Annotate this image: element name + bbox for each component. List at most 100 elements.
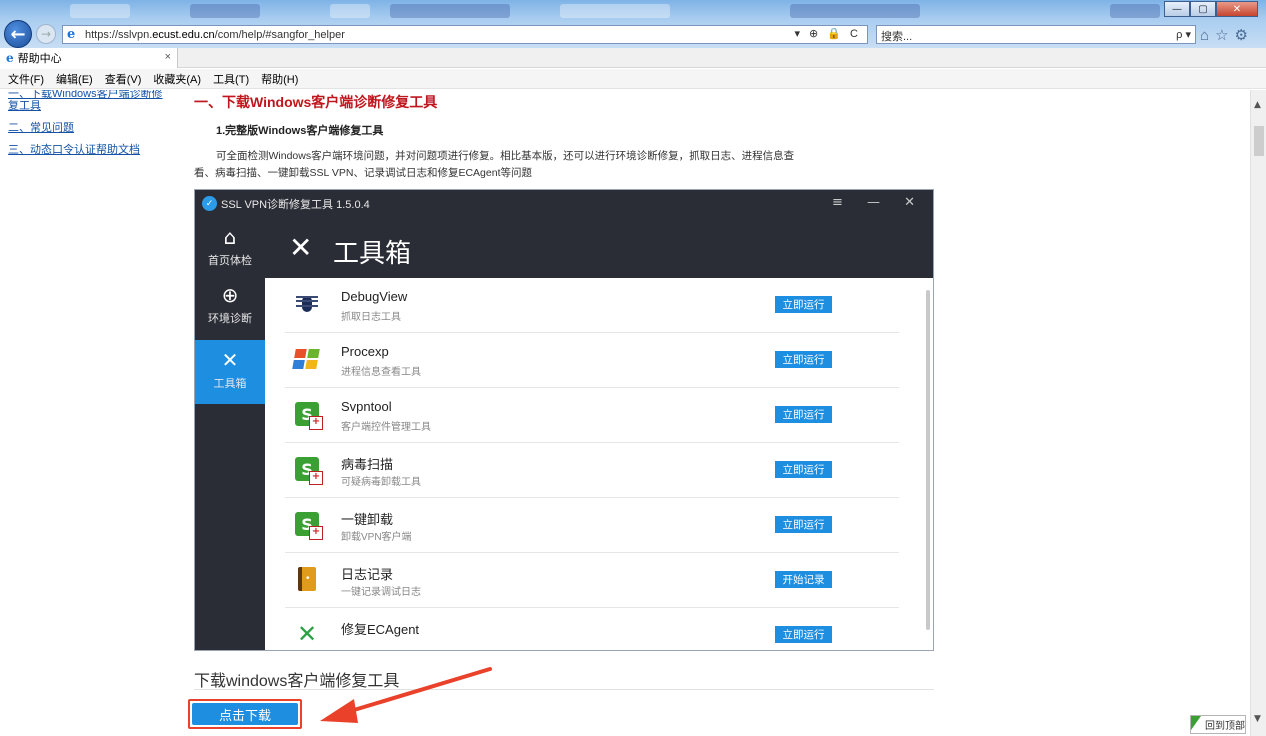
svpn-icon: S — [293, 510, 323, 540]
blurred-tab — [390, 4, 510, 18]
tool-desc: 卸载VPN客户端 — [341, 532, 412, 543]
menu-favorites[interactable]: 收藏夹(A) — [153, 71, 201, 87]
home-icon[interactable]: ⌂ — [1200, 27, 1215, 44]
tool-name: Procexp — [341, 344, 389, 359]
search-icon[interactable]: ρ ▾ — [1176, 28, 1191, 41]
scroll-down-icon[interactable]: ▼ — [1254, 714, 1261, 724]
run-button: 立即运行 — [775, 351, 832, 368]
maximize-button[interactable]: ▢ — [1190, 1, 1216, 17]
log-icon — [293, 565, 321, 593]
menu-bar: 文件(F) 编辑(E) 查看(V) 收藏夹(A) 工具(T) 帮助(H) — [0, 69, 1266, 89]
run-button: 立即运行 — [775, 296, 832, 313]
tab-row: e 帮助中心 × — [0, 48, 1266, 68]
blurred-tab — [1110, 4, 1160, 18]
tool-name: 修复ECAgent — [341, 622, 420, 637]
tab-title: 帮助中心 — [17, 53, 62, 65]
star-icon[interactable]: ☆ — [1215, 27, 1234, 44]
wrench-icon: ✕ — [296, 620, 318, 648]
tools-icon: ✕ — [289, 231, 313, 264]
tool-desc: 一键记录调试日志 — [341, 587, 421, 598]
left-nav: 一、下载Windows客户端诊断修复工具 二、常见问题 三、动态口令认证帮助文档 — [8, 90, 168, 166]
window-controls: — ▢ ✕ — [1164, 1, 1258, 17]
ie-logo-icon: e — [67, 26, 76, 42]
record-button: 开始记录 — [775, 571, 832, 588]
tool-name: 一键卸载 — [341, 512, 394, 527]
download-highlight: 点击下载 — [188, 699, 302, 729]
nav-link-otp-docs[interactable]: 三、动态口令认证帮助文档 — [8, 144, 168, 156]
address-bar[interactable]: e https://sslvpn.ecust.edu.cn/com/help/#… — [62, 25, 868, 44]
tool-name: 日志记录 — [341, 567, 394, 582]
page-scrollbar[interactable]: ▲ ▼ — [1250, 90, 1266, 736]
run-button: 立即运行 — [775, 516, 832, 533]
run-button: 立即运行 — [775, 461, 832, 478]
side-item-toolbox: ✕ 工具箱 — [195, 340, 265, 404]
browser-titlebar: — ▢ ✕ ← → e https://sslvpn.ecust.edu.cn/… — [0, 0, 1266, 48]
app-header-title: 工具箱 — [333, 238, 412, 268]
close-button[interactable]: ✕ — [1216, 1, 1258, 17]
minimize-button[interactable]: — — [1164, 1, 1190, 17]
back-button[interactable]: ← — [4, 20, 32, 48]
tool-row: Procexp 进程信息查看工具 立即运行 — [285, 333, 899, 388]
run-button: 立即运行 — [775, 406, 832, 423]
tool-list: DebugView 抓取日志工具 立即运行 Procexp 进程信息查看工具 立… — [265, 278, 933, 650]
tool-desc: 可疑病毒卸载工具 — [341, 477, 421, 488]
tool-row: S 病毒扫描 可疑病毒卸载工具 立即运行 — [285, 443, 899, 498]
back-to-top-button[interactable]: 回到顶部 — [1190, 715, 1246, 734]
gear-icon[interactable]: ⚙ — [1235, 27, 1254, 44]
menu-view[interactable]: 查看(V) — [105, 71, 142, 87]
tools-icon: ✕ — [221, 348, 239, 372]
tool-row: ✕ 修复ECAgent 立即运行 — [285, 608, 899, 650]
svpn-icon: S — [293, 400, 323, 430]
menu-file[interactable]: 文件(F) — [8, 71, 44, 87]
ie-logo-icon: e — [6, 51, 14, 65]
page-viewport: 一、下载Windows客户端诊断修复工具 二、常见问题 三、动态口令认证帮助文档… — [0, 90, 1250, 736]
tool-row: 日志记录 一键记录调试日志 开始记录 — [285, 553, 899, 608]
nav-link-faq[interactable]: 二、常见问题 — [8, 122, 168, 134]
tab-close-icon[interactable]: × — [165, 51, 171, 63]
app-title: SSL VPN诊断修复工具 1.5.0.4 — [221, 198, 370, 211]
blurred-tab — [190, 4, 260, 18]
arrow-left-icon: ← — [10, 23, 26, 45]
forward-button[interactable]: → — [36, 24, 56, 44]
tool-desc: 客户端控件管理工具 — [341, 422, 431, 433]
scroll-up-icon[interactable]: ▲ — [1254, 100, 1261, 110]
nav-link-download-tool[interactable]: 一、下载Windows客户端诊断修复工具 — [8, 90, 168, 112]
menu-edit[interactable]: 编辑(E) — [56, 71, 93, 87]
app-logo-icon: ✓ — [202, 196, 217, 211]
tool-desc: 进程信息查看工具 — [341, 367, 421, 378]
divider — [194, 689, 934, 690]
scroll-thumb[interactable] — [1254, 126, 1264, 156]
download-button[interactable]: 点击下载 — [192, 703, 298, 725]
section-title: 一、下载Windows客户端诊断修复工具 — [194, 94, 438, 110]
svpn-icon: S — [293, 455, 323, 485]
blurred-tab — [560, 4, 670, 18]
app-window-controls: ≡ — ✕ — [831, 195, 925, 210]
globe-icon: ⊕ — [221, 283, 239, 307]
app-screenshot: ✓ SSL VPN诊断修复工具 1.5.0.4 ≡ — ✕ ⌂ 首页体检 ⊕ 环… — [194, 189, 934, 651]
tool-row: S 一键卸载 卸载VPN客户端 立即运行 — [285, 498, 899, 553]
tool-name: DebugView — [341, 289, 408, 304]
tool-desc: 抓取日志工具 — [341, 312, 401, 323]
side-item-env-diag: ⊕ 环境诊断 — [195, 275, 265, 339]
app-sidebar: ⌂ 首页体检 ⊕ 环境诊断 ✕ 工具箱 — [195, 217, 265, 650]
blurred-tab — [330, 4, 370, 18]
tool-name: Svpntool — [341, 399, 392, 414]
run-button: 立即运行 — [775, 626, 832, 643]
sub-title: 1.完整版Windows客户端修复工具 — [216, 125, 384, 137]
menu-tools[interactable]: 工具(T) — [213, 71, 249, 87]
app-titlebar: ✓ SSL VPN诊断修复工具 1.5.0.4 ≡ — ✕ — [195, 190, 933, 217]
annotation-arrow-icon — [320, 667, 492, 723]
app-scrollbar — [926, 290, 930, 630]
side-item-home-check: ⌂ 首页体检 — [195, 217, 265, 281]
menu-help[interactable]: 帮助(H) — [261, 71, 298, 87]
tab-help-center[interactable]: e 帮助中心 × — [0, 48, 178, 68]
windows-icon — [292, 345, 321, 373]
bug-icon — [293, 290, 321, 318]
blurred-tab — [790, 4, 920, 18]
address-tools[interactable]: ▾ ⊕ 🔒 C — [794, 27, 861, 40]
url-text: https://sslvpn.ecust.edu.cn/com/help/#sa… — [85, 28, 345, 41]
tool-row: DebugView 抓取日志工具 立即运行 — [285, 278, 899, 333]
description: 可全面检测Windows客户端环境问题，并对问题项进行修复。相比基本版，还可以进… — [194, 150, 795, 179]
search-input[interactable]: 搜索... ρ ▾ — [876, 25, 1196, 44]
tool-row: S Svpntool 客户端控件管理工具 立即运行 — [285, 388, 899, 443]
